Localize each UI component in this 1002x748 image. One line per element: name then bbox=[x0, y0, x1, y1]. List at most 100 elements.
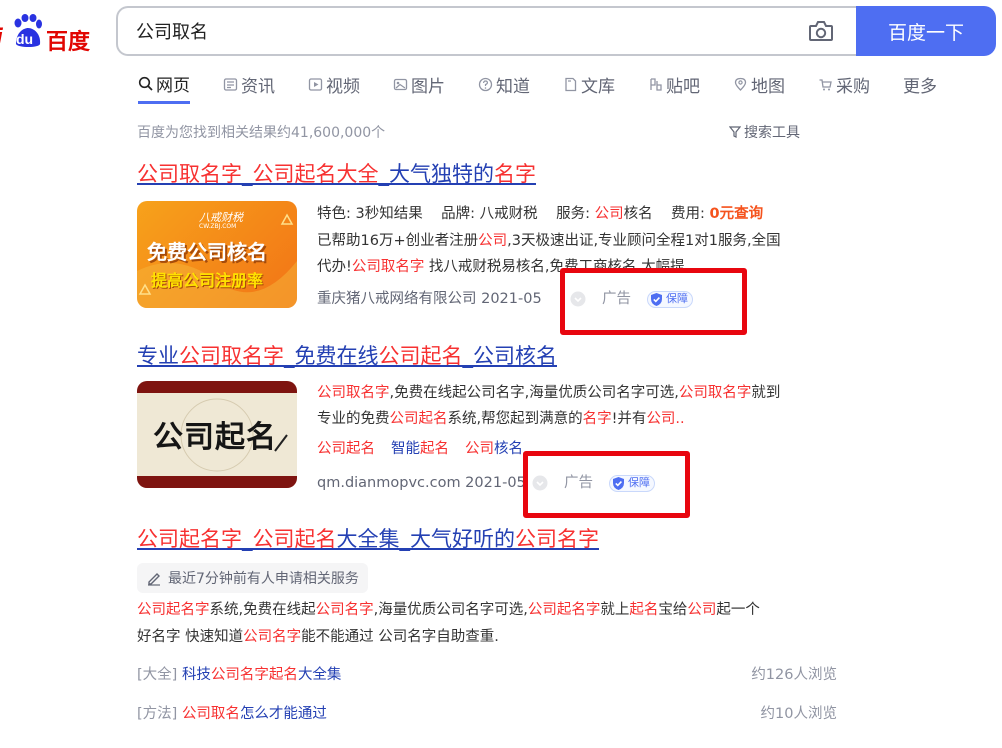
sitelink-3[interactable]: 公司核名 bbox=[465, 441, 523, 457]
text-segment: 好名字 快速知道 bbox=[137, 629, 244, 645]
tab-8[interactable]: 地图 bbox=[733, 70, 785, 98]
cart-icon bbox=[819, 78, 832, 90]
text-segment: 0元查询 bbox=[709, 206, 764, 222]
text-segment: 科技 bbox=[181, 667, 211, 683]
text-segment: 系统,帮您起到满意的 bbox=[447, 411, 583, 427]
thumb-line1: 免费公司核名 bbox=[147, 240, 267, 264]
highlight-box-2 bbox=[523, 451, 690, 518]
tab-label: 采购 bbox=[836, 76, 870, 97]
search-button[interactable]: 百度一下 bbox=[856, 6, 996, 56]
title-segment: 专业 bbox=[137, 344, 179, 368]
title-segment: _ bbox=[242, 162, 253, 186]
thumb-line2: 提高公司注册率 bbox=[151, 271, 264, 290]
title-segment: 公司名字 bbox=[515, 527, 599, 551]
tab-2[interactable]: 资讯 bbox=[223, 70, 275, 98]
title-segment: 公司起名大全 bbox=[252, 162, 379, 186]
text-segment: 系统,免费在线起 bbox=[209, 602, 316, 618]
text-segment: 公司取名字 bbox=[317, 385, 390, 401]
sub-result-tag: [大全] bbox=[137, 667, 182, 683]
filter-icon bbox=[729, 126, 741, 138]
sub-result-tag: [方法] bbox=[137, 706, 182, 722]
title-segment: 公司取名字 bbox=[137, 162, 242, 186]
logo-text-du: du bbox=[16, 31, 34, 47]
tab-9[interactable]: 采购 bbox=[818, 70, 870, 98]
text-segment: 公司.. bbox=[646, 411, 685, 427]
text-segment: 代办! bbox=[317, 259, 352, 275]
tab-7[interactable]: 贴吧 bbox=[648, 70, 700, 98]
title-segment: _大气独特的 bbox=[378, 162, 495, 186]
text-segment: 大全集 bbox=[297, 667, 342, 683]
text-segment: 起一个 bbox=[716, 602, 760, 618]
result-1-source-text: 重庆猪八戒网络有限公司 2021-05 bbox=[317, 291, 542, 307]
text-segment: 公司起名 bbox=[317, 441, 375, 457]
text-segment: 费用: bbox=[652, 206, 710, 222]
sitelink-1[interactable]: 公司起名 bbox=[317, 441, 375, 457]
video-icon bbox=[308, 77, 323, 91]
sub-result-views: 约10人浏览 bbox=[760, 706, 837, 722]
logo-text-cn: 百度 bbox=[46, 30, 91, 55]
baidu-logo[interactable]: i du 百度 bbox=[0, 10, 98, 56]
text-segment: 公司起名字 bbox=[527, 602, 601, 618]
result-1-title[interactable]: 公司取名字_公司起名大全_大气独特的名字 bbox=[137, 158, 536, 188]
text-segment: !并有 bbox=[611, 411, 647, 427]
thumb-calligraphy: 公司起名 bbox=[153, 420, 277, 455]
text-segment: 能不能通过 公司名字自助查重. bbox=[301, 629, 499, 645]
title-segment: 名字 bbox=[494, 162, 536, 186]
title-segment: 公司起名 bbox=[252, 527, 337, 551]
tab-10[interactable]: 更多 bbox=[903, 70, 937, 98]
tab-1[interactable]: 网页 bbox=[138, 70, 190, 104]
tieba-icon bbox=[650, 77, 662, 91]
text-segment: ,海量优质公司名字可选, bbox=[373, 602, 528, 618]
text-segment: 核名 bbox=[623, 206, 653, 222]
search-input[interactable] bbox=[136, 8, 796, 54]
text-segment: 品牌: 八戒财税 bbox=[422, 206, 538, 222]
result-3-desc-line1: 公司起名字系统,免费在线起公司名字,海量优质公司名字可选,公司起名字就上起名宝给… bbox=[137, 600, 760, 620]
camera-icon[interactable] bbox=[808, 20, 834, 42]
title-segment: 公司起名字 bbox=[137, 527, 242, 551]
text-segment: 起名 bbox=[420, 441, 449, 457]
text-segment: 宝给 bbox=[658, 602, 688, 618]
image-icon bbox=[393, 78, 408, 90]
text-segment: 公司名字起名 bbox=[210, 667, 298, 683]
tab-label: 更多 bbox=[903, 76, 937, 97]
text-segment: 名字 bbox=[582, 411, 612, 427]
title-segment: _ bbox=[242, 527, 253, 551]
tab-label: 视频 bbox=[326, 76, 360, 97]
text-segment: 公司 bbox=[594, 206, 624, 222]
result-3-desc-line2: 好名字 快速知道公司名字能不能通过 公司名字自助查重. bbox=[137, 627, 499, 647]
news-icon bbox=[223, 77, 238, 91]
result-2-title[interactable]: 专业公司取名字_免费在线公司起名_公司核名 bbox=[137, 340, 557, 370]
result-2-thumbnail[interactable]: 公司起名 bbox=[137, 381, 297, 488]
tab-4[interactable]: 图片 bbox=[393, 70, 445, 98]
text-segment: 公司 bbox=[478, 233, 508, 249]
text-segment: ,免费在线起公司名字,海量优质公司名字可选, bbox=[389, 385, 679, 401]
sub-result-title: [大全] 科技公司名字起名大全集 bbox=[137, 663, 341, 687]
title-segment: _免费在线 bbox=[284, 344, 379, 368]
text-segment: 特色: 3秒知结果 bbox=[317, 206, 423, 222]
text-segment: 公司起名 bbox=[389, 411, 448, 427]
text-segment: 服务: bbox=[537, 206, 595, 222]
recent-apply-chip: 最近7分钟前有人申请相关服务 bbox=[137, 563, 368, 593]
tab-3[interactable]: 视频 bbox=[308, 70, 360, 98]
title-segment: 公司起名 bbox=[378, 344, 463, 368]
doc-icon bbox=[565, 77, 577, 91]
tab-label: 资讯 bbox=[241, 76, 275, 97]
search-tools-label: 搜索工具 bbox=[744, 125, 800, 141]
tab-label: 文库 bbox=[581, 76, 615, 97]
tab-6[interactable]: 文库 bbox=[563, 70, 615, 98]
search-tools-button[interactable]: 搜索工具 bbox=[729, 122, 800, 142]
result-2-source-text: qm.dianmopvc.com 2021-05 bbox=[317, 475, 526, 491]
tab-label: 知道 bbox=[496, 76, 530, 97]
tab-5[interactable]: 知道 bbox=[478, 70, 530, 98]
result-1-thumbnail[interactable]: 八戒财税 CW.ZBJ.COM 免费公司核名 提高公司注册率 bbox=[137, 201, 297, 308]
text-segment: 已帮助16万+创业者注册 bbox=[317, 233, 479, 249]
sub-result-row[interactable]: [方法] 公司取名怎么才能通过 约10人浏览 bbox=[137, 702, 837, 726]
result-3-title[interactable]: 公司起名字_公司起名大全集_大气好听的公司名字 bbox=[137, 523, 599, 553]
result-2-source: qm.dianmopvc.com 2021-05 bbox=[317, 473, 526, 493]
text-segment: 智能 bbox=[391, 441, 420, 457]
text-segment: 公司名字 bbox=[315, 602, 374, 618]
result-count: 百度为您找到相关结果约41,600,000个 bbox=[137, 125, 386, 141]
tab-label: 图片 bbox=[411, 76, 445, 97]
sitelink-2[interactable]: 智能起名 bbox=[391, 441, 449, 457]
sub-result-row[interactable]: [大全] 科技公司名字起名大全集 约126人浏览 bbox=[137, 663, 837, 687]
